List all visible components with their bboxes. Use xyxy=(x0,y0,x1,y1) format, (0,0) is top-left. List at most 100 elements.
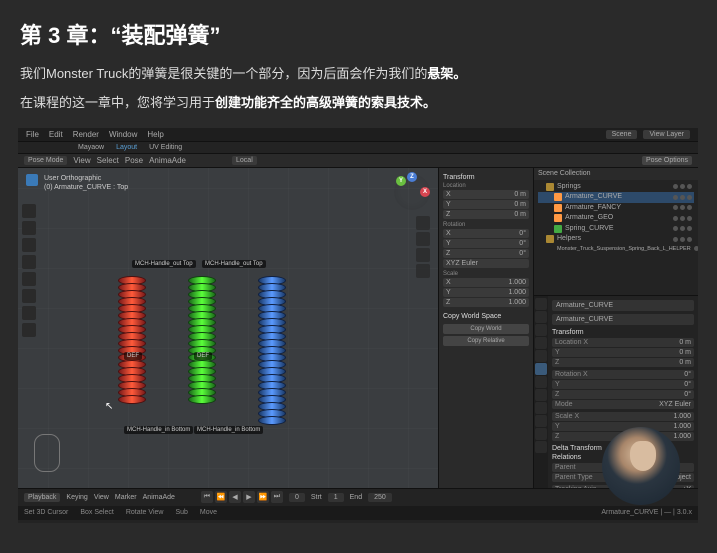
status-sub: Sub xyxy=(175,509,187,516)
spring-blue[interactable] xyxy=(258,278,286,448)
np-loc-y[interactable]: Y0 m xyxy=(443,200,529,209)
pose-options[interactable]: Pose Options xyxy=(642,156,692,165)
viewport-3d[interactable]: User Orthographic (0) Armature_CURVE : T… xyxy=(18,168,438,488)
tl-playback[interactable]: Playback xyxy=(24,493,60,502)
tl-keying[interactable]: Keying xyxy=(66,494,87,501)
copy-relative-button[interactable]: Copy Relative xyxy=(443,336,529,346)
tool-move[interactable] xyxy=(22,238,36,252)
out-spring-curve[interactable]: Spring_CURVE xyxy=(538,224,694,235)
tab-uv[interactable]: UV Editing xyxy=(149,144,182,151)
tl-start-frame[interactable]: 1 xyxy=(328,493,344,502)
prop-tab-scene[interactable] xyxy=(535,337,547,349)
orientation[interactable]: Local xyxy=(232,156,257,165)
prop-rot-x[interactable]: Rotation X0° xyxy=(552,370,694,379)
np-loc-x[interactable]: X0 m xyxy=(443,190,529,199)
axis-x[interactable]: X xyxy=(420,187,430,197)
prop-tab-constraint[interactable] xyxy=(535,415,547,427)
out-armature-fancy[interactable]: Armature_FANCY xyxy=(538,203,694,214)
prop-tab-bone[interactable] xyxy=(535,441,547,453)
tl-view[interactable]: View xyxy=(94,494,109,501)
tl-jump-start[interactable]: ⏮ xyxy=(201,491,213,503)
prop-tab-output[interactable] xyxy=(535,311,547,323)
tl-end-label: End xyxy=(350,494,362,501)
tl-next-key[interactable]: ⏩ xyxy=(257,491,269,503)
menu-file[interactable]: File xyxy=(26,130,39,139)
menu-window[interactable]: Window xyxy=(109,130,137,139)
prop-breadcrumb[interactable]: Armature_CURVE xyxy=(552,300,694,311)
hdr-animate[interactable]: AnimaAde xyxy=(149,156,186,165)
hdr-view[interactable]: View xyxy=(73,156,90,165)
prop-tab-data[interactable] xyxy=(535,428,547,440)
prop-tab-view[interactable] xyxy=(535,324,547,336)
prop-rot-z[interactable]: Z0° xyxy=(552,390,694,399)
tl-animate[interactable]: AnimaAde xyxy=(143,494,175,501)
axis-y[interactable]: Y xyxy=(396,176,406,186)
np-rot-z[interactable]: Z0° xyxy=(443,249,529,258)
axis-z[interactable]: Z xyxy=(407,172,417,182)
mode-selector[interactable]: Pose Mode xyxy=(24,156,67,165)
prop-transform-title: Transform xyxy=(552,328,694,337)
np-rot-y[interactable]: Y0° xyxy=(443,239,529,248)
menu-edit[interactable]: Edit xyxy=(49,130,63,139)
menu-help[interactable]: Help xyxy=(147,130,163,139)
tl-marker[interactable]: Marker xyxy=(115,494,137,501)
tool-annotate[interactable] xyxy=(22,306,36,320)
tab-mayaow[interactable]: Mayaow xyxy=(78,144,104,151)
spring-green[interactable]: MCH-Handle_out Top DEF MCH-Handle_in Bot… xyxy=(188,278,216,428)
tl-current-frame[interactable]: 0 xyxy=(289,493,305,502)
tab-layout[interactable]: Layout xyxy=(116,144,137,151)
nav-pan[interactable] xyxy=(416,232,430,246)
tl-jump-end[interactable]: ⏭ xyxy=(271,491,283,503)
out-helper-item[interactable]: Monster_Truck_Suspension_Spring_Back_L_H… xyxy=(538,245,694,253)
tl-play[interactable]: ▶ xyxy=(243,491,255,503)
tool-scale[interactable] xyxy=(22,272,36,286)
label-handle-out-top: MCH-Handle_out Top xyxy=(202,260,266,268)
prop-loc-x[interactable]: Location X0 m xyxy=(552,338,694,347)
prop-scale-x[interactable]: Scale X1.000 xyxy=(552,412,694,421)
hdr-pose[interactable]: Pose xyxy=(125,156,143,165)
workspace-tabs: Mayaow Layout UV Editing xyxy=(18,142,698,154)
np-scale-x[interactable]: X1.000 xyxy=(443,278,529,287)
prop-loc-z[interactable]: Z0 m xyxy=(552,358,694,367)
viewport-header: Pose Mode View Select Pose AnimaAde Loca… xyxy=(18,154,698,168)
prop-tab-object[interactable] xyxy=(535,363,547,375)
nav-persp[interactable] xyxy=(416,264,430,278)
np-copyworld-title: Copy World Space xyxy=(443,311,529,322)
tool-rotate[interactable] xyxy=(22,255,36,269)
tl-play-rev[interactable]: ◀ xyxy=(229,491,241,503)
prop-tab-render[interactable] xyxy=(535,298,547,310)
prop-tab-physics[interactable] xyxy=(535,402,547,414)
tl-prev-key[interactable]: ⏪ xyxy=(215,491,227,503)
prop-scale-y[interactable]: Y1.000 xyxy=(552,422,694,431)
out-springs[interactable]: Springs xyxy=(538,182,694,193)
prop-rot-y[interactable]: Y0° xyxy=(552,380,694,389)
prop-tab-modifier[interactable] xyxy=(535,376,547,388)
nav-zoom[interactable] xyxy=(416,216,430,230)
np-scale-y[interactable]: Y1.000 xyxy=(443,288,529,297)
spring-red[interactable]: MCH-Handle_out Top DEF MCH-Handle_in Bot… xyxy=(118,278,146,428)
scene-selector[interactable]: Scene xyxy=(606,130,638,139)
np-rot-x[interactable]: X0° xyxy=(443,229,529,238)
tool-transform[interactable] xyxy=(22,289,36,303)
prop-loc-y[interactable]: Y0 m xyxy=(552,348,694,357)
np-euler[interactable]: XYZ Euler xyxy=(443,259,529,268)
viewlayer-selector[interactable]: View Layer xyxy=(643,130,690,139)
prop-tab-world[interactable] xyxy=(535,350,547,362)
tool-select[interactable] xyxy=(22,221,36,235)
tl-end-frame[interactable]: 250 xyxy=(368,493,392,502)
tool-cursor[interactable] xyxy=(22,204,36,218)
nav-camera[interactable] xyxy=(416,248,430,262)
nav-gizmo[interactable]: X Y Z xyxy=(394,174,430,210)
copy-world-button[interactable]: Copy World xyxy=(443,324,529,334)
tool-measure[interactable] xyxy=(22,323,36,337)
out-armature-curve[interactable]: Armature_CURVE xyxy=(538,192,694,203)
out-armature-geo[interactable]: Armature_GEO xyxy=(538,213,694,224)
prop-name-field[interactable]: Armature_CURVE xyxy=(552,314,694,325)
prop-mode[interactable]: ModeXYZ Euler xyxy=(552,400,694,409)
menu-render[interactable]: Render xyxy=(73,130,99,139)
out-helpers[interactable]: Helpers xyxy=(538,234,694,245)
prop-tab-particle[interactable] xyxy=(535,389,547,401)
hdr-select[interactable]: Select xyxy=(97,156,119,165)
np-scale-z[interactable]: Z1.000 xyxy=(443,298,529,307)
np-loc-z[interactable]: Z0 m xyxy=(443,210,529,219)
